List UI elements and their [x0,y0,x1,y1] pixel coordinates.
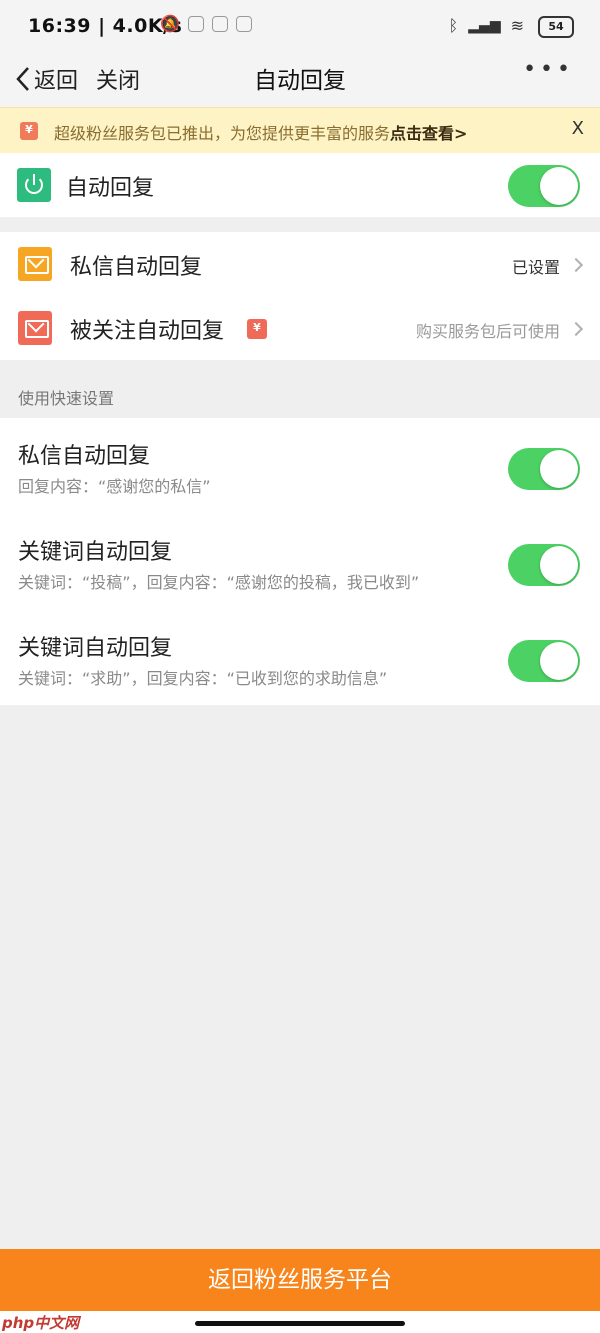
settings-item-label: 私信自动回复 [70,255,203,280]
mail-icon [18,247,52,281]
page-title: 自动回复 [254,68,346,94]
mute-icon: 🔕 [160,14,180,33]
watermark-logo: php中文网 [2,1314,80,1332]
quick-item-toggle[interactable] [508,640,580,682]
return-fan-service-button[interactable]: 返回粉丝服务平台 [0,1249,600,1311]
close-button[interactable]: 关闭 [96,63,140,95]
settings-item-label: 被关注自动回复 [70,319,225,344]
signal-icon: ▂▄▆ [468,17,501,34]
quick-item-toggle[interactable] [508,544,580,586]
quick-item: 关键词自动回复 关键词：“求助”，回复内容：“已收到您的求助信息” [0,610,600,705]
quick-item: 关键词自动回复 关键词：“投稿”，回复内容：“感谢您的投稿，我已收到” [0,514,600,610]
app-notification-icon [235,15,252,32]
settings-item-follow-reply[interactable]: 被关注自动回复 购买服务包后可使用 [0,296,600,360]
home-indicator[interactable] [195,1321,405,1326]
promo-link[interactable]: 点击查看> [390,124,467,143]
chevron-left-icon [16,67,29,91]
bluetooth-icon: ᛒ [448,16,459,35]
promo-banner: 超级粉丝服务包已推出，为您提供更丰富的服务点击查看> X [0,107,600,153]
app-notification-icon [187,15,204,32]
chevron-right-icon [568,257,584,273]
auto-reply-label: 自动回复 [66,176,155,201]
wifi-icon: ≋ [510,16,524,35]
gift-icon [247,319,267,339]
mail-icon [18,311,52,345]
settings-item-value: 已设置 [511,258,560,277]
chevron-right-icon [568,321,584,337]
promo-text: 超级粉丝服务包已推出，为您提供更丰富的服务点击查看> [54,124,468,143]
quick-item-title: 私信自动回复 [18,444,151,469]
quick-item: 私信自动回复 回复内容：“感谢您的私信” [0,418,600,514]
quick-item-subtitle: 关键词：“求助”，回复内容：“已收到您的求助信息” [18,669,388,688]
auto-reply-master-row: 自动回复 [0,153,600,217]
back-button[interactable]: 返回 [16,63,78,95]
back-label: 返回 [34,69,79,94]
quick-item-title: 关键词自动回复 [18,636,173,661]
app-notification-icon [211,15,228,32]
section-title: 使用快速设置 [18,389,115,408]
settings-item-value: 购买服务包后可使用 [415,322,560,341]
quick-item-subtitle: 回复内容：“感谢您的私信” [18,477,211,496]
status-bar: 16:39 | 4.0K/s 🔕 ᛒ ▂▄▆ ≋ 54 [0,0,600,55]
notification-icons: 🔕 [160,14,252,33]
gift-icon [20,122,38,140]
quick-item-subtitle: 关键词：“投稿”，回复内容：“感谢您的投稿，我已收到” [18,573,420,592]
promo-close-button[interactable]: X [572,118,584,139]
system-icons: ᛒ ▂▄▆ ≋ [449,16,524,35]
power-icon [17,168,51,202]
quick-item-toggle[interactable] [508,448,580,490]
nav-bar: 返回 关闭 自动回复 ••• [0,55,600,107]
more-menu-button[interactable]: ••• [523,57,574,82]
quick-item-title: 关键词自动回复 [18,540,173,565]
settings-list: 私信自动回复 已设置 被关注自动回复 购买服务包后可使用 [0,232,600,360]
quick-settings-list: 私信自动回复 回复内容：“感谢您的私信” 关键词自动回复 关键词：“投稿”，回复… [0,418,600,705]
auto-reply-toggle[interactable] [508,165,580,207]
battery-icon: 54 [538,16,574,38]
settings-item-dm-reply[interactable]: 私信自动回复 已设置 [0,232,600,296]
